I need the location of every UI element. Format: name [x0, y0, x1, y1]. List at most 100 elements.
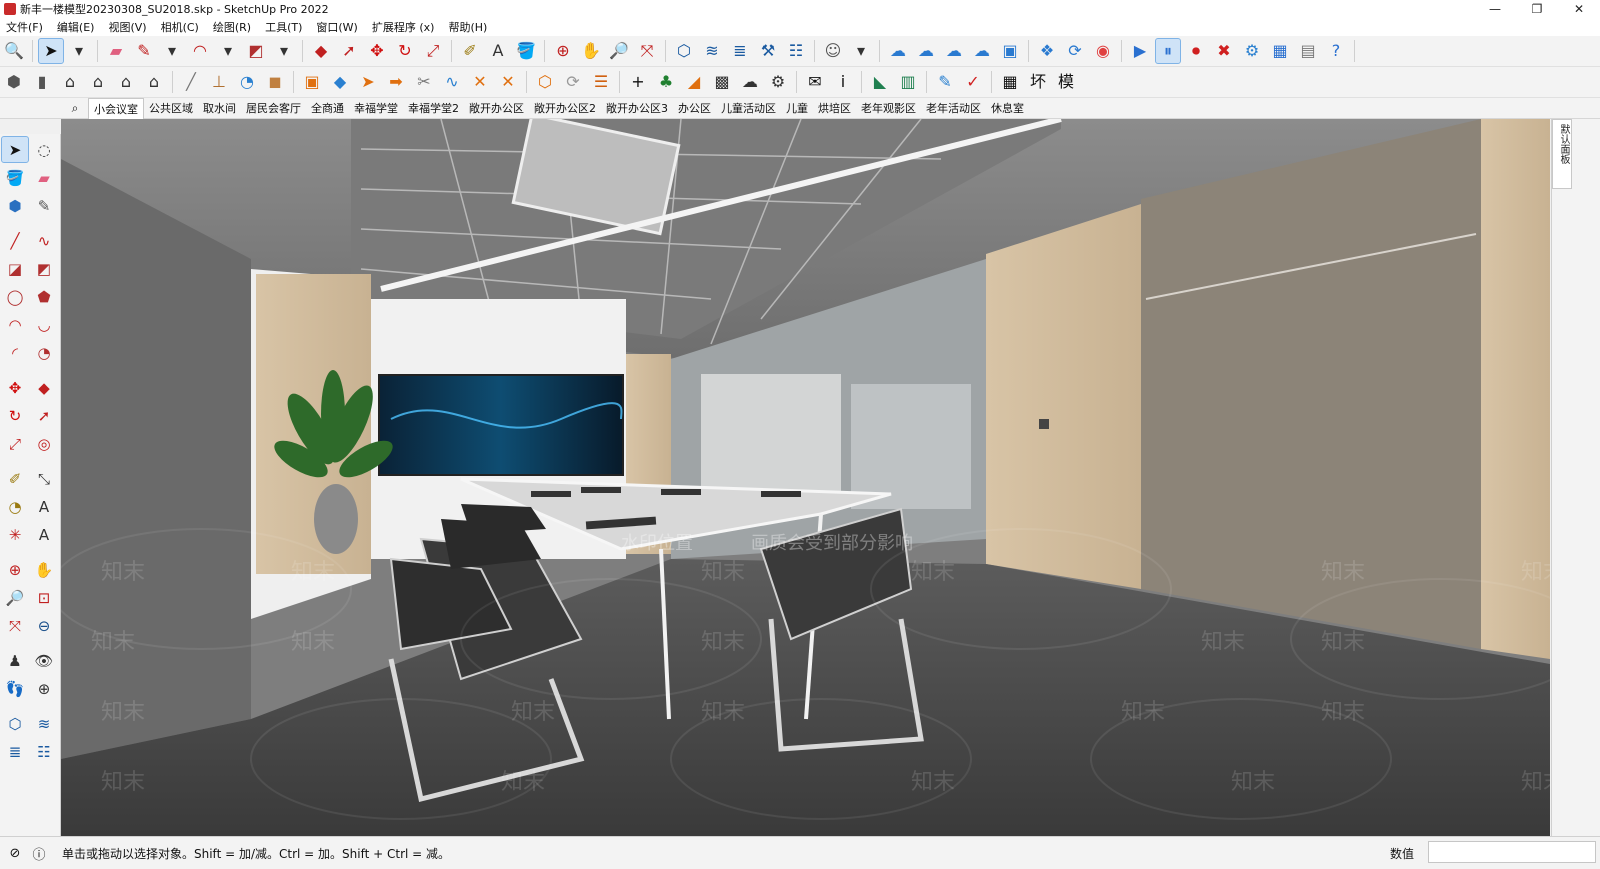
sandbox-smoove-icon[interactable]: ≣	[1, 738, 29, 765]
checker-icon[interactable]: ▩	[709, 69, 735, 95]
house-front-icon[interactable]: ⌂	[85, 69, 111, 95]
eraser-icon[interactable]: ▰	[30, 164, 58, 191]
dropdown-arrow-icon[interactable]: ▾	[159, 38, 185, 64]
scene-tab[interactable]: 敞开办公区	[464, 98, 529, 118]
scene-tab[interactable]: 休息室	[986, 98, 1029, 118]
default-tray-tab[interactable]: 默认面板	[1552, 119, 1572, 189]
info-icon[interactable]: ⓘ	[30, 844, 48, 863]
extension-warehouse-icon[interactable]: ⟳	[1062, 38, 1088, 64]
circle-icon[interactable]: ◯	[1, 283, 29, 310]
refresh-icon[interactable]: ⟳	[560, 69, 586, 95]
settings-icon[interactable]: ⚙	[765, 69, 791, 95]
pan-icon[interactable]: ✋	[578, 38, 604, 64]
3d-warehouse-icon[interactable]: ❖	[1034, 38, 1060, 64]
dimension-icon[interactable]: ⊥	[206, 69, 232, 95]
record-icon[interactable]: ⏺	[1183, 38, 1209, 64]
solid-tools-icon[interactable]: ⬡	[532, 69, 558, 95]
zoom-icon[interactable]: 🔍	[1, 38, 27, 64]
scene-tab[interactable]: 居民会客厅	[241, 98, 306, 118]
pencil-icon[interactable]: ✎	[131, 38, 157, 64]
scene-tab[interactable]: 儿童活动区	[716, 98, 781, 118]
brush-icon[interactable]: ✎	[932, 69, 958, 95]
position-camera-icon[interactable]: ♟	[1, 647, 29, 674]
offset-icon[interactable]: ◎	[30, 430, 58, 457]
sandbox-drape-icon[interactable]: ☷	[30, 738, 58, 765]
measurements-input[interactable]	[1428, 841, 1596, 863]
follow-me-icon[interactable]: ➚	[336, 38, 362, 64]
arc-icon[interactable]: ◠	[187, 38, 213, 64]
select-icon[interactable]: ➤	[1, 136, 29, 163]
lasso-icon[interactable]: ◌	[30, 136, 58, 163]
layer-stack-icon[interactable]: ☰	[588, 69, 614, 95]
walk-icon[interactable]: 👣	[1, 675, 29, 702]
check-icon[interactable]: ✓	[960, 69, 986, 95]
tape-measure-icon[interactable]: ✐	[1, 465, 29, 492]
menu-file[interactable]: 文件(F)	[0, 19, 51, 35]
follow-me-icon[interactable]: ➚	[30, 402, 58, 429]
move-icon[interactable]: ✥	[1, 374, 29, 401]
select-arrow-icon[interactable]: ➤	[38, 38, 64, 64]
look-around-icon[interactable]: 👁	[30, 647, 58, 674]
menu-help[interactable]: 帮助(H)	[442, 19, 495, 35]
sandbox-contours-icon[interactable]: ⬡	[671, 38, 697, 64]
orbit-icon[interactable]: ⊕	[550, 38, 576, 64]
rectangle-icon[interactable]: ◩	[243, 38, 269, 64]
section-plane-icon[interactable]: ⊕	[30, 675, 58, 702]
char-huan-icon[interactable]: 坏	[1025, 69, 1051, 95]
curve-icon[interactable]: ∿	[439, 69, 465, 95]
extension-manager-icon[interactable]: ▣	[997, 38, 1023, 64]
menu-camera[interactable]: 相机(C)	[155, 19, 207, 35]
paint-icon[interactable]: 🪣	[1, 164, 29, 191]
point-marker-icon-2[interactable]: ✕	[495, 69, 521, 95]
pie-icon[interactable]: ◔	[30, 339, 58, 366]
scale-icon[interactable]: ⤢	[1, 430, 29, 457]
dropdown-arrow-icon[interactable]: ▾	[848, 38, 874, 64]
rectangle-icon[interactable]: ◪	[1, 255, 29, 282]
menu-tools[interactable]: 工具(T)	[259, 19, 310, 35]
sandbox-smoove-icon[interactable]: ≣	[727, 38, 753, 64]
house-icon[interactable]: ⌂	[57, 69, 83, 95]
settings-gear-icon[interactable]: ⚙	[1239, 38, 1265, 64]
menu-edit[interactable]: 编辑(E)	[51, 19, 103, 35]
table-icon[interactable]: ▦	[997, 69, 1023, 95]
zoom-extents-icon[interactable]: ⤧	[634, 38, 660, 64]
frame-buffer-icon[interactable]: ▤	[1295, 38, 1321, 64]
roof-icon[interactable]: ◢	[681, 69, 707, 95]
polygon-icon[interactable]: ⬟	[30, 283, 58, 310]
render-window-icon[interactable]: ▦	[1267, 38, 1293, 64]
push-pull-icon[interactable]: ◆	[30, 374, 58, 401]
account-icon[interactable]: ☺	[820, 38, 846, 64]
menu-view[interactable]: 视图(V)	[102, 19, 154, 35]
cloud-search-icon[interactable]: ☁	[913, 38, 939, 64]
menu-window[interactable]: 窗口(W)	[310, 19, 365, 35]
sandbox-drape-icon[interactable]: ☷	[783, 38, 809, 64]
scene-tab[interactable]: 老年活动区	[921, 98, 986, 118]
dropdown-arrow-icon[interactable]: ▾	[271, 38, 297, 64]
trimble-connect-icon[interactable]: ☁	[885, 38, 911, 64]
text-icon[interactable]: A	[485, 38, 511, 64]
dropdown-arrow-icon[interactable]: ▾	[66, 38, 92, 64]
protractor-icon[interactable]: ◔	[234, 69, 260, 95]
push-pull-icon[interactable]: ◆	[308, 38, 334, 64]
two-point-arc-icon[interactable]: ◡	[30, 311, 58, 338]
add-circle-icon[interactable]: +	[625, 69, 651, 95]
paint-bucket-icon[interactable]: 🪣	[513, 38, 539, 64]
three-point-arc-icon[interactable]: ◜	[1, 339, 29, 366]
zoom-tool-icon[interactable]: 🔎	[606, 38, 632, 64]
scene-render[interactable]: 水印位置 画质会受到部分影响 知末 知末 知末 知末 知末 知末 知末 知末 知…	[61, 119, 1550, 836]
make-group-icon[interactable]: ✎	[30, 192, 58, 219]
cloud-dark-icon[interactable]: ☁	[737, 69, 763, 95]
stop-icon[interactable]: ✖	[1211, 38, 1237, 64]
point-marker-icon[interactable]: ✕	[467, 69, 493, 95]
sandbox-scratch-icon[interactable]: ≋	[30, 710, 58, 737]
tape-measure-icon[interactable]: ✐	[457, 38, 483, 64]
geo-location-icon[interactable]: ⊘	[6, 844, 24, 862]
protractor-icon[interactable]: ◔	[1, 493, 29, 520]
scene-tab[interactable]: 取水间	[198, 98, 241, 118]
scene-tab[interactable]: 办公区	[673, 98, 716, 118]
scissors-icon[interactable]: ✂	[411, 69, 437, 95]
cloud-sync-icon[interactable]: ☁	[969, 38, 995, 64]
help-icon[interactable]: ?	[1323, 38, 1349, 64]
wood-block-icon[interactable]: ◼	[262, 69, 288, 95]
scene-tab[interactable]: 老年观影区	[856, 98, 921, 118]
